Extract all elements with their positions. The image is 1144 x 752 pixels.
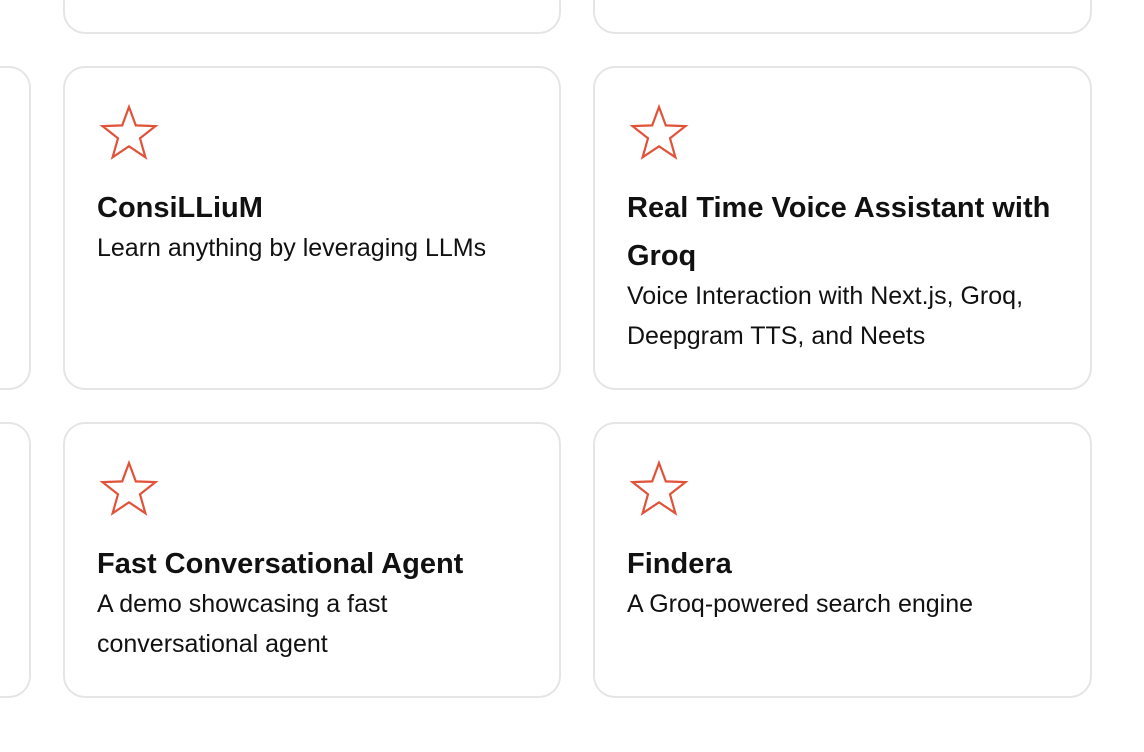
app-card-partial-top-right[interactable] bbox=[593, 0, 1092, 34]
card-title: Findera bbox=[627, 548, 732, 580]
star-icon[interactable] bbox=[99, 460, 159, 518]
card-title: ConsiLLiuM bbox=[97, 192, 263, 224]
card-title: Fast Conversational Agent bbox=[97, 548, 464, 580]
app-card-partial-left-edge-bottom[interactable] bbox=[0, 422, 31, 698]
app-grid-page: ConsiLLiuM Learn anything by leveraging … bbox=[0, 0, 1144, 752]
card-description: A Groq-powered search engine bbox=[627, 590, 974, 618]
card-description: Learn anything by leveraging LLMs bbox=[97, 234, 487, 262]
star-icon[interactable] bbox=[629, 460, 689, 518]
app-card-consilium[interactable]: ConsiLLiuM Learn anything by leveraging … bbox=[63, 66, 561, 390]
card-title: Real Time Voice Assistant with Groq bbox=[627, 192, 1051, 272]
star-icon[interactable] bbox=[629, 104, 689, 162]
app-card-partial-left-edge[interactable] bbox=[0, 66, 31, 390]
card-description: A demo showcasing a fast conversational … bbox=[97, 590, 388, 658]
app-card-partial-top-left[interactable] bbox=[63, 0, 561, 34]
star-icon[interactable] bbox=[99, 104, 159, 162]
app-card-real-time-voice-assistant[interactable]: Real Time Voice Assistant with Groq Voic… bbox=[593, 66, 1092, 390]
app-card-findera[interactable]: Findera A Groq-powered search engine bbox=[593, 422, 1092, 698]
card-description: Voice Interaction with Next.js, Groq, De… bbox=[627, 282, 1024, 350]
app-card-fast-conversational-agent[interactable]: Fast Conversational Agent A demo showcas… bbox=[63, 422, 561, 698]
